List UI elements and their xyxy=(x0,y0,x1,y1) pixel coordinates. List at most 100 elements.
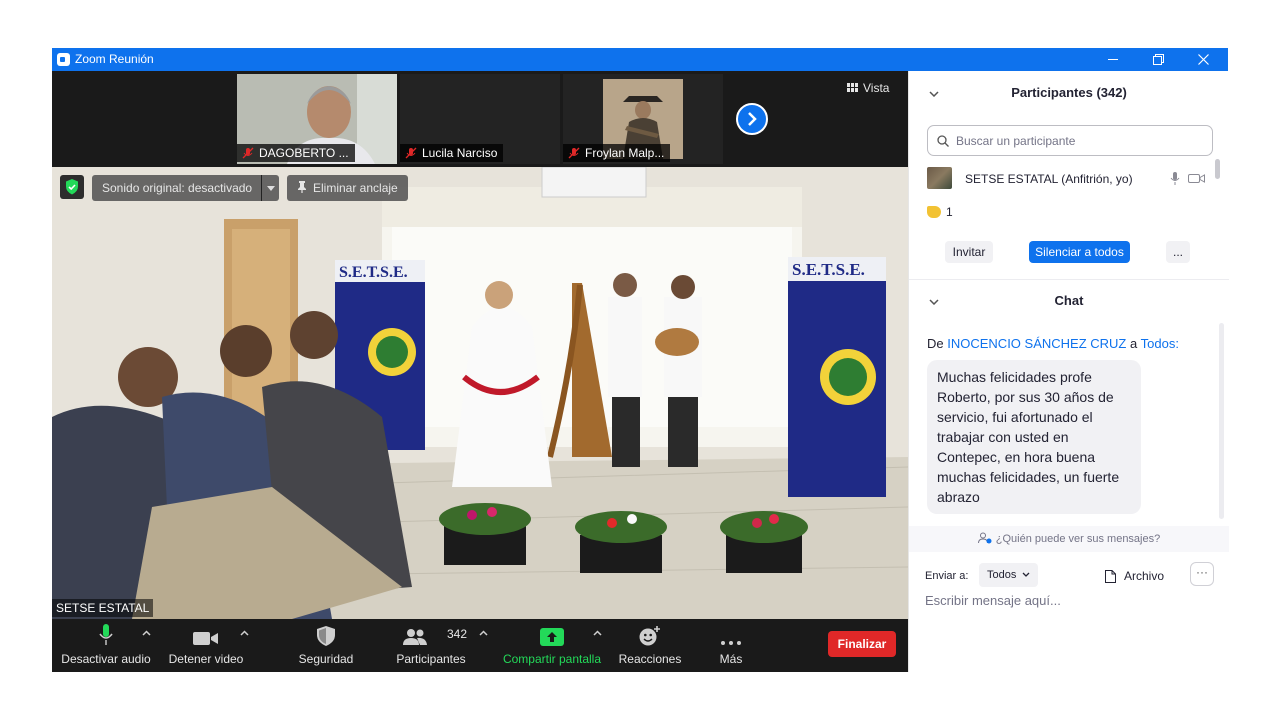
more-label: Más xyxy=(719,652,743,666)
participants-label: Participantes xyxy=(396,652,466,666)
close-button[interactable] xyxy=(1180,48,1226,71)
invite-button[interactable]: Invitar xyxy=(945,241,993,263)
chevron-down-icon xyxy=(929,91,939,98)
chat-message-header: De INOCENCIO SÁNCHEZ CRUZ a Todos: xyxy=(927,336,1179,351)
mute-audio-label: Desactivar audio xyxy=(61,652,151,666)
stop-video-button[interactable]: Detener video xyxy=(166,619,246,672)
restore-button[interactable] xyxy=(1135,48,1181,71)
send-to-value: Todos xyxy=(987,569,1017,581)
participant-search-input[interactable]: Buscar un participante xyxy=(927,125,1213,156)
window-title: Zoom Reunión xyxy=(75,52,154,66)
who-can-see-label: ¿Quién puede ver sus mensajes? xyxy=(995,533,1161,545)
unpin-button[interactable]: Eliminar anclaje xyxy=(287,175,408,201)
shield-check-icon xyxy=(66,179,78,195)
chat-scrollbar[interactable] xyxy=(1219,323,1224,519)
chevron-up-icon xyxy=(593,630,602,636)
participant-thumbnail[interactable]: DAGOBERTO ... xyxy=(237,74,397,164)
pin-icon xyxy=(298,181,306,193)
participants-scrollbar[interactable] xyxy=(1215,159,1220,179)
more-button[interactable]: Más xyxy=(706,619,756,672)
share-options-caret[interactable] xyxy=(593,628,602,638)
send-to-label: Enviar a: xyxy=(925,570,969,582)
participant-row[interactable]: SETSE ESTATAL (Anfitrión, yo) xyxy=(927,167,1217,191)
encryption-badge[interactable] xyxy=(60,175,84,199)
from-prefix: De xyxy=(927,336,944,351)
chevron-up-icon xyxy=(240,630,249,636)
share-screen-button[interactable]: Compartir pantalla xyxy=(500,619,604,672)
side-panel: Participantes (342) Buscar un participan… xyxy=(908,71,1229,672)
svg-text:S.E.T.S.E.: S.E.T.S.E. xyxy=(792,260,865,279)
active-speaker-name: SETSE ESTATAL xyxy=(52,599,154,617)
original-sound-button[interactable]: Sonido original: desactivado xyxy=(92,175,263,201)
reaction-count: 1 xyxy=(946,205,953,219)
thumbnail-name: DAGOBERTO ... xyxy=(259,146,349,160)
file-label: Archivo xyxy=(1124,569,1165,583)
clap-icon xyxy=(927,206,941,218)
participant-thumbnail[interactable]: Lucila Narciso xyxy=(400,74,560,164)
participants-title: Participantes (342) xyxy=(1011,85,1127,100)
unpin-label: Eliminar anclaje xyxy=(313,181,398,195)
chat-header[interactable]: Chat xyxy=(909,281,1229,321)
who-can-see-link[interactable]: ¿Quién puede ver sus mensajes? xyxy=(909,526,1229,552)
participants-header[interactable]: Participantes (342) xyxy=(909,73,1229,113)
minimize-button[interactable] xyxy=(1090,48,1136,71)
thumbnail-name-tag: Froylan Malp... xyxy=(563,144,671,162)
stage-scene-image: S.E.T.S.E. S.E.T.S.E. xyxy=(52,167,908,619)
stop-video-label: Detener video xyxy=(168,652,244,666)
video-camera-icon xyxy=(1188,174,1205,183)
next-page-button[interactable] xyxy=(736,103,768,135)
video-camera-icon xyxy=(193,632,218,645)
chevron-down-icon xyxy=(1022,572,1030,577)
view-button[interactable]: Vista xyxy=(847,81,889,95)
security-button[interactable]: Seguridad xyxy=(292,619,360,672)
participant-thumbnail[interactable]: Froylan Malp... xyxy=(563,74,723,164)
chat-recipient[interactable]: Todos: xyxy=(1141,336,1179,351)
thumbnail-name: Froylan Malp... xyxy=(585,146,665,160)
audio-options-caret[interactable] xyxy=(142,628,151,638)
shield-icon xyxy=(317,626,335,646)
title-bar: Zoom Reunión xyxy=(52,48,1228,71)
muted-mic-icon xyxy=(568,147,580,159)
file-button[interactable]: Archivo xyxy=(1105,565,1164,587)
file-icon xyxy=(1105,569,1116,583)
muted-mic-icon xyxy=(242,147,254,159)
avatar xyxy=(927,167,952,189)
search-icon xyxy=(937,135,949,147)
chat-message-input[interactable]: Escribir mensaje aquí... xyxy=(925,593,1061,608)
chat-message-bubble: Muchas felicidades profe Roberto, por su… xyxy=(927,360,1141,514)
more-dots-icon xyxy=(721,641,741,645)
thumbnail-name-tag: DAGOBERTO ... xyxy=(237,144,355,162)
chevron-up-icon xyxy=(142,630,151,636)
reactions-label: Reacciones xyxy=(618,652,682,666)
participants-options-caret[interactable] xyxy=(479,628,488,638)
chat-sender[interactable]: INOCENCIO SÁNCHEZ CRUZ xyxy=(947,336,1126,351)
microphone-icon xyxy=(99,624,113,645)
chat-more-button[interactable]: ··· xyxy=(1190,562,1214,586)
original-sound-dropdown[interactable] xyxy=(261,175,279,201)
mute-all-button[interactable]: Silenciar a todos xyxy=(1029,241,1130,263)
collapse-chat-toggle[interactable] xyxy=(929,281,939,321)
mute-audio-button[interactable]: Desactivar audio xyxy=(60,619,152,672)
end-meeting-button[interactable]: Finalizar xyxy=(828,631,896,657)
reactions-button[interactable]: Reacciones xyxy=(616,619,684,672)
participant-name: SETSE ESTATAL (Anfitrión, yo) xyxy=(965,172,1133,186)
send-to-select[interactable]: Todos xyxy=(979,563,1039,587)
participants-icon xyxy=(403,629,427,645)
chat-title: Chat xyxy=(1054,293,1084,308)
thumbnail-name-tag: Lucila Narciso xyxy=(400,144,504,162)
microphone-icon xyxy=(1170,172,1180,185)
zoom-app-icon xyxy=(57,53,70,66)
video-options-caret[interactable] xyxy=(240,628,249,638)
minimize-icon xyxy=(1108,58,1118,60)
grid-view-icon xyxy=(847,83,858,92)
collapse-participants-toggle[interactable] xyxy=(929,73,939,113)
chevron-right-icon xyxy=(748,112,757,126)
caret-down-icon xyxy=(266,186,275,191)
share-screen-label: Compartir pantalla xyxy=(502,652,602,666)
zoom-window: Zoom Reunión DAGOBERTO ... Lucila Narcis… xyxy=(52,48,1229,672)
emoji-reaction-icon xyxy=(639,626,660,646)
main-video[interactable]: S.E.T.S.E. S.E.T.S.E. Sonido original: d… xyxy=(52,167,908,619)
participants-more-button[interactable]: ... xyxy=(1166,241,1190,263)
security-label: Seguridad xyxy=(298,652,354,666)
participants-count: 342 xyxy=(447,627,468,641)
